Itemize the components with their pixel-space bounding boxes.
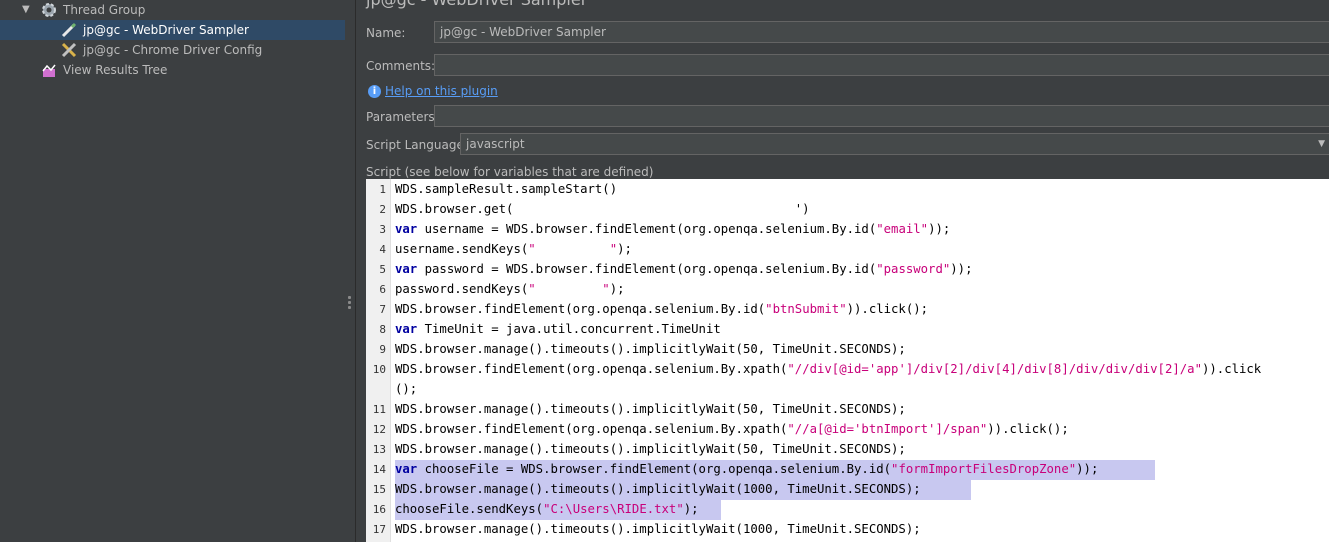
line-number: 10 bbox=[372, 363, 386, 376]
comments-field[interactable] bbox=[434, 54, 1329, 76]
line-number: 13 bbox=[372, 443, 386, 456]
comments-label: Comments: bbox=[366, 59, 436, 73]
chart-icon bbox=[40, 61, 58, 85]
line-number: 4 bbox=[379, 243, 386, 256]
code-line[interactable]: var TimeUnit = java.util.concurrent.Time… bbox=[395, 322, 721, 336]
code-line[interactable]: WDS.browser.findElement(org.openqa.selen… bbox=[395, 302, 928, 316]
code-line[interactable]: WDS.sampleResult.sampleStart() bbox=[395, 182, 617, 196]
panel-title: jp@gc - WebDriver Sampler bbox=[366, 0, 587, 9]
code-line[interactable]: WDS.browser.get( ') bbox=[395, 202, 810, 216]
parameters-field[interactable] bbox=[434, 105, 1329, 127]
code-line[interactable]: WDS.browser.manage().timeouts().implicit… bbox=[395, 402, 906, 416]
script-editor[interactable]: 1 2 3 4 5 6 7 8 9 10 11 12 13 14 15 16 17 WDS.sampleResul… bbox=[366, 179, 1329, 542]
script-label: Script (see below for variables that are… bbox=[366, 165, 654, 179]
code-line[interactable]: var chooseFile = WDS.browser.findElement… bbox=[395, 462, 1098, 476]
name-field[interactable]: jp@gc - WebDriver Sampler bbox=[434, 21, 1329, 43]
line-number: 5 bbox=[379, 263, 386, 276]
info-icon: i bbox=[368, 85, 381, 98]
pane-splitter[interactable] bbox=[345, 0, 355, 542]
code-line[interactable]: var username = WDS.browser.findElement(o… bbox=[395, 222, 950, 236]
code-line[interactable]: WDS.browser.manage().timeouts().implicit… bbox=[395, 482, 921, 496]
chevron-down-icon: ▼ bbox=[1318, 139, 1325, 149]
tree-item-label: View Results Tree bbox=[63, 63, 168, 77]
splitter-grip bbox=[348, 306, 351, 309]
code-line[interactable]: WDS.browser.findElement(org.openqa.selen… bbox=[395, 362, 1261, 376]
code-line[interactable]: WDS.browser.manage().timeouts().implicit… bbox=[395, 342, 906, 356]
code-line[interactable]: var password = WDS.browser.findElement(o… bbox=[395, 262, 973, 276]
script-language-value: javascript bbox=[466, 137, 525, 151]
code-line[interactable]: chooseFile.sendKeys("C:\Users\RIDE.txt")… bbox=[395, 502, 699, 516]
script-language-label: Script Language: bbox=[366, 138, 468, 152]
line-number: 2 bbox=[379, 203, 386, 216]
script-language-select[interactable]: javascript ▼ bbox=[460, 133, 1329, 155]
tree-item-label: jp@gc - WebDriver Sampler bbox=[83, 23, 249, 37]
line-number: 7 bbox=[379, 303, 386, 316]
line-number: 17 bbox=[372, 523, 386, 536]
line-number: 8 bbox=[379, 323, 386, 336]
code-line[interactable]: WDS.browser.manage().timeouts().implicit… bbox=[395, 442, 906, 456]
line-number: 6 bbox=[379, 283, 386, 296]
tree-item-webdriver-sampler[interactable]: jp@gc - WebDriver Sampler bbox=[0, 20, 345, 40]
splitter-grip bbox=[348, 296, 351, 299]
code-line[interactable]: (); bbox=[395, 382, 417, 396]
tree-item-label: jp@gc - Chrome Driver Config bbox=[83, 43, 263, 57]
code-line[interactable]: WDS.browser.findElement(org.openqa.selen… bbox=[395, 422, 1069, 436]
collapse-chevron-icon[interactable]: ▼ bbox=[22, 0, 30, 20]
name-label: Name: bbox=[366, 26, 406, 40]
code-line[interactable]: username.sendKeys(" "); bbox=[395, 242, 632, 256]
line-number: 1 bbox=[379, 183, 386, 196]
help-link[interactable]: Help on this plugin bbox=[385, 84, 498, 98]
line-number: 9 bbox=[379, 343, 386, 356]
line-number: 16 bbox=[372, 503, 386, 516]
line-number: 12 bbox=[372, 423, 386, 436]
code-line[interactable]: WDS.browser.manage().timeouts().implicit… bbox=[395, 522, 921, 536]
parameters-label: Parameters: bbox=[366, 110, 439, 124]
tree-item-label: Thread Group bbox=[63, 3, 146, 17]
line-number: 15 bbox=[372, 483, 386, 496]
line-number: 11 bbox=[372, 403, 386, 416]
code-line[interactable]: password.sendKeys(" "); bbox=[395, 282, 625, 296]
line-number: 14 bbox=[372, 463, 386, 476]
test-plan-tree: ▼ Thread Group jp@gc - WebDriver Sampler… bbox=[0, 0, 345, 542]
splitter-grip bbox=[348, 301, 351, 304]
line-number: 3 bbox=[379, 223, 386, 236]
